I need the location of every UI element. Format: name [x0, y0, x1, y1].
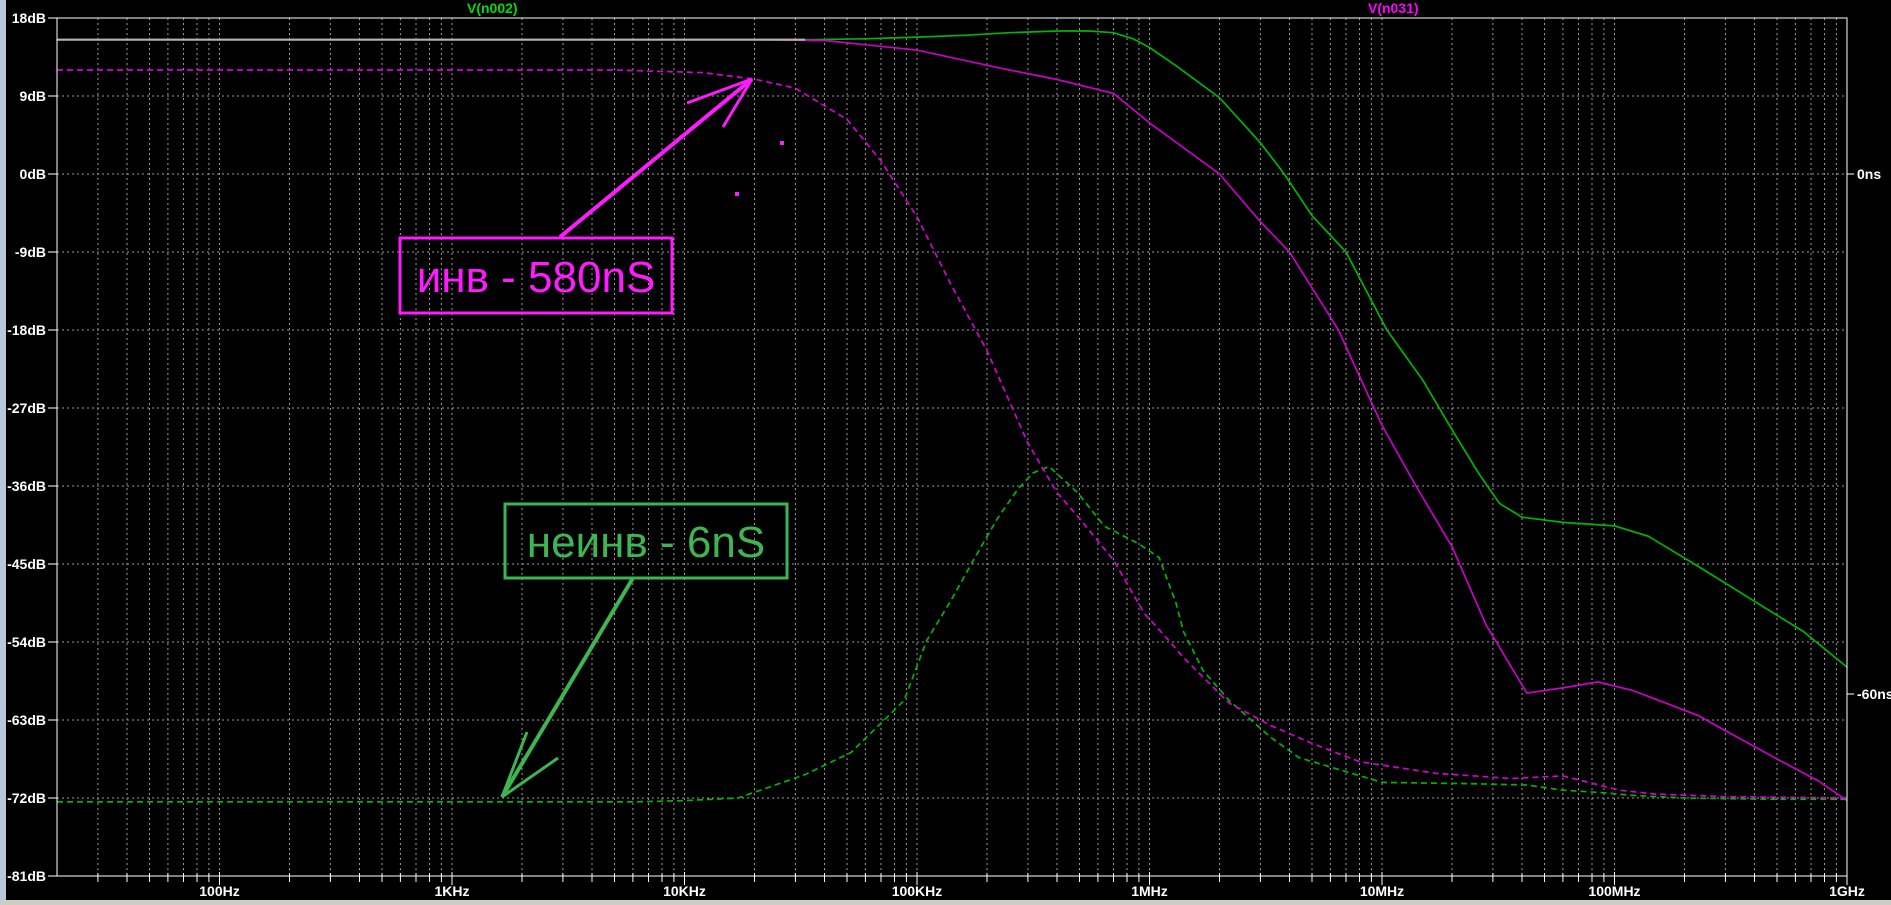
bode-plot-svg: 18dB 9dB 0dB -9dB -18dB -27dB -36dB -45dB -54dB -… — [0, 0, 1891, 900]
trace-label-vn002[interactable]: V(n002) — [467, 1, 518, 16]
ltspice-waveform-window: 18dB 9dB 0dB -9dB -18dB -27dB -36dB -45dB -54dB -… — [0, 0, 1891, 905]
y-right-tick-label[interactable]: 0ns — [1857, 166, 1881, 182]
x-axis-tick-label[interactable]: 10MHz — [1360, 883, 1404, 899]
plot-background — [0, 0, 1891, 900]
window-bottom-border — [0, 900, 1891, 905]
x-axis-tick-label[interactable]: 10KHz — [663, 883, 706, 899]
trace-label-vn031[interactable]: V(n031) — [1368, 1, 1419, 16]
plot-area[interactable]: 18dB 9dB 0dB -9dB -18dB -27dB -36dB -45dB -54dB -… — [0, 0, 1891, 900]
x-axis-tick-label[interactable]: 1KHz — [434, 883, 469, 899]
y-left-tick-label[interactable]: -27dB — [7, 400, 46, 416]
x-axis-tick-label[interactable]: 1GHz — [1829, 883, 1865, 899]
annotation-noninv-6ns[interactable]: неинв - 6nS — [505, 504, 787, 578]
y-left-tick-label[interactable]: 9dB — [20, 88, 46, 104]
stray-marker-dot — [735, 192, 739, 196]
y-left-tick-label[interactable]: -54dB — [7, 634, 46, 650]
stray-marker-dot — [780, 141, 784, 145]
y-left-tick-label[interactable]: -18dB — [7, 322, 46, 338]
y-right-tick-label[interactable]: -60ns — [1857, 686, 1891, 702]
y-left-tick-label[interactable]: -63dB — [7, 712, 46, 728]
x-axis-tick-label[interactable]: 1MHz — [1131, 883, 1168, 899]
window-left-border — [0, 0, 6, 905]
y-left-tick-label[interactable]: -81dB — [7, 868, 46, 884]
y-left-tick-label[interactable]: -9dB — [15, 244, 46, 260]
y-left-tick-label[interactable]: -72dB — [7, 790, 46, 806]
y-left-tick-label[interactable]: 18dB — [12, 10, 46, 26]
annotation-inv-580ns[interactable]: инв - 580nS — [400, 238, 672, 313]
y-left-tick-label[interactable]: -36dB — [7, 478, 46, 494]
y-left-tick-label[interactable]: 0dB — [20, 166, 46, 182]
x-axis-tick-label[interactable]: 100MHz — [1588, 883, 1640, 899]
x-axis-tick-label[interactable]: 100Hz — [199, 883, 239, 899]
x-axis-tick-label[interactable]: 100KHz — [892, 883, 943, 899]
y-left-tick-label[interactable]: -45dB — [7, 556, 46, 572]
